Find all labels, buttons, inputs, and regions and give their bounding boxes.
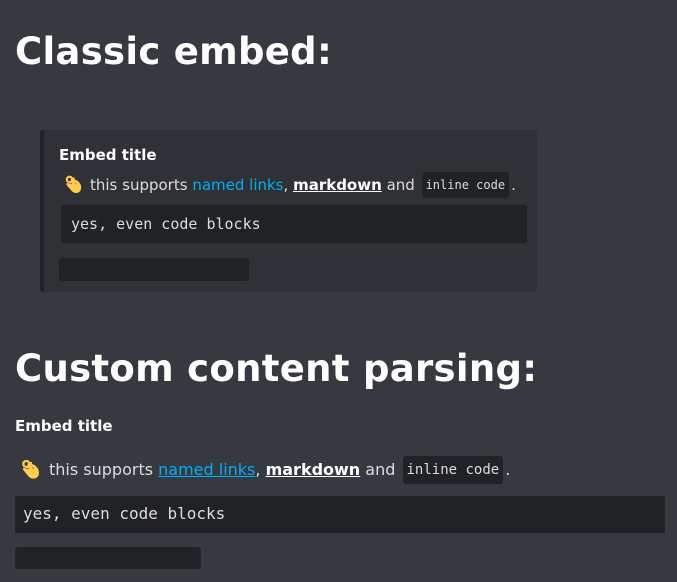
custom-inline-code: inline code <box>402 456 504 484</box>
custom-code-block: yes, even code blocks <box>15 496 665 533</box>
custom-desc-and: and <box>365 460 396 479</box>
custom-content-heading: Custom content parsing: <box>15 347 538 390</box>
classic-embed-heading: Classic embed: <box>15 30 333 73</box>
inline-code: inline code <box>421 172 510 198</box>
embed-title: Embed title <box>59 146 157 164</box>
ok-hand-icon <box>65 175 82 193</box>
desc-period: . <box>511 176 516 194</box>
code-block: yes, even code blocks <box>61 205 527 243</box>
custom-footer-placeholder <box>15 547 201 569</box>
custom-embed-title: Embed title <box>15 417 113 435</box>
desc-prefix: this supports <box>90 176 188 194</box>
custom-embed-description: this supports named links, markdown and … <box>17 456 510 484</box>
ok-hand-icon <box>22 459 39 479</box>
custom-desc-period: . <box>505 460 511 479</box>
embed-footer-placeholder <box>59 258 249 281</box>
markdown-text: markdown <box>293 176 382 194</box>
embed-description: this supports named links, markdown and … <box>61 172 516 198</box>
desc-and: and <box>386 176 415 194</box>
custom-markdown-text: markdown <box>265 460 361 479</box>
named-link[interactable]: named links <box>192 174 283 196</box>
custom-desc-prefix: this supports <box>49 460 154 479</box>
custom-named-link[interactable]: named links <box>158 458 255 482</box>
classic-embed: Embed title this supports named links, m… <box>40 130 537 292</box>
